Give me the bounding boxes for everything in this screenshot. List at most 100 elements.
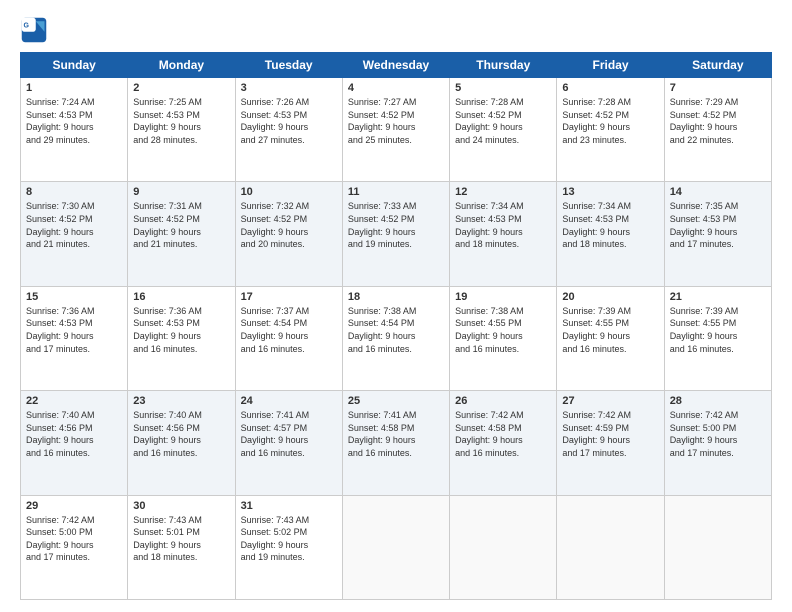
calendar-week: 15 Sunrise: 7:36 AM Sunset: 4:53 PM Dayli… bbox=[21, 286, 772, 390]
cell-info: Sunrise: 7:36 AM Sunset: 4:53 PM Dayligh… bbox=[133, 305, 229, 355]
cell-info: Sunrise: 7:30 AM Sunset: 4:52 PM Dayligh… bbox=[26, 200, 122, 250]
calendar-cell: 24Sunrise: 7:41 AM Sunset: 4:57 PM Dayli… bbox=[235, 391, 342, 495]
calendar-cell bbox=[342, 495, 449, 599]
day-number: 1 bbox=[26, 82, 122, 94]
day-number: 4 bbox=[348, 82, 444, 94]
day-number: 29 bbox=[26, 500, 122, 512]
weekday-header: Monday bbox=[128, 53, 235, 78]
calendar-week: 8Sunrise: 7:30 AM Sunset: 4:52 PM Daylig… bbox=[21, 182, 772, 286]
day-number: 10 bbox=[241, 186, 337, 198]
day-number: 2 bbox=[133, 82, 229, 94]
calendar-cell: 14 Sunrise: 7:35 AM Sunset: 4:53 PM Dayli… bbox=[664, 182, 771, 286]
calendar-cell: 7Sunrise: 7:29 AM Sunset: 4:52 PM Daylig… bbox=[664, 78, 771, 182]
day-number: 30 bbox=[133, 500, 229, 512]
calendar-cell bbox=[557, 495, 664, 599]
calendar-cell: 4 Sunrise: 7:27 AM Sunset: 4:52 PM Daylig… bbox=[342, 78, 449, 182]
weekday-header: Sunday bbox=[21, 53, 128, 78]
calendar-cell: 6 Sunrise: 7:28 AM Sunset: 4:52 PM Daylig… bbox=[557, 78, 664, 182]
day-number: 7 bbox=[670, 82, 766, 94]
calendar-cell: 9 Sunrise: 7:31 AM Sunset: 4:52 PM Daylig… bbox=[128, 182, 235, 286]
calendar-cell bbox=[450, 495, 557, 599]
cell-info: Sunrise: 7:27 AM Sunset: 4:52 PM Dayligh… bbox=[348, 96, 444, 146]
calendar-table: SundayMondayTuesdayWednesdayThursdayFrid… bbox=[20, 52, 772, 600]
cell-info: Sunrise: 7:35 AM Sunset: 4:53 PM Dayligh… bbox=[670, 200, 766, 250]
calendar-cell: 29Sunrise: 7:42 AM Sunset: 5:00 PM Dayli… bbox=[21, 495, 128, 599]
logo: G bbox=[20, 16, 52, 44]
weekday-header: Saturday bbox=[664, 53, 771, 78]
calendar-cell: 1 Sunrise: 7:24 AM Sunset: 4:53 PM Daylig… bbox=[21, 78, 128, 182]
cell-info: Sunrise: 7:34 AM Sunset: 4:53 PM Dayligh… bbox=[455, 200, 551, 250]
day-number: 24 bbox=[241, 395, 337, 407]
calendar-cell: 30 Sunrise: 7:43 AM Sunset: 5:01 PM Dayli… bbox=[128, 495, 235, 599]
day-number: 31 bbox=[241, 500, 337, 512]
calendar-cell: 13 Sunrise: 7:34 AM Sunset: 4:53 PM Dayli… bbox=[557, 182, 664, 286]
calendar-cell: 15 Sunrise: 7:36 AM Sunset: 4:53 PM Dayli… bbox=[21, 286, 128, 390]
calendar-cell: 26 Sunrise: 7:42 AM Sunset: 4:58 PM Dayli… bbox=[450, 391, 557, 495]
cell-info: Sunrise: 7:43 AM Sunset: 5:01 PM Dayligh… bbox=[133, 514, 229, 564]
calendar-cell: 18Sunrise: 7:38 AM Sunset: 4:54 PM Dayli… bbox=[342, 286, 449, 390]
cell-info: Sunrise: 7:28 AM Sunset: 4:52 PM Dayligh… bbox=[455, 96, 551, 146]
day-number: 13 bbox=[562, 186, 658, 198]
cell-info: Sunrise: 7:43 AM Sunset: 5:02 PM Dayligh… bbox=[241, 514, 337, 564]
weekday-header: Wednesday bbox=[342, 53, 449, 78]
calendar-cell: 27 Sunrise: 7:42 AM Sunset: 4:59 PM Dayli… bbox=[557, 391, 664, 495]
calendar-cell: 11 Sunrise: 7:33 AM Sunset: 4:52 PM Dayli… bbox=[342, 182, 449, 286]
cell-info: Sunrise: 7:38 AM Sunset: 4:55 PM Dayligh… bbox=[455, 305, 551, 355]
cell-info: Sunrise: 7:24 AM Sunset: 4:53 PM Dayligh… bbox=[26, 96, 122, 146]
calendar-cell: 2 Sunrise: 7:25 AM Sunset: 4:53 PM Daylig… bbox=[128, 78, 235, 182]
calendar-cell: 19 Sunrise: 7:38 AM Sunset: 4:55 PM Dayli… bbox=[450, 286, 557, 390]
cell-info: Sunrise: 7:36 AM Sunset: 4:53 PM Dayligh… bbox=[26, 305, 122, 355]
cell-info: Sunrise: 7:28 AM Sunset: 4:52 PM Dayligh… bbox=[562, 96, 658, 146]
cell-info: Sunrise: 7:25 AM Sunset: 4:53 PM Dayligh… bbox=[133, 96, 229, 146]
day-number: 14 bbox=[670, 186, 766, 198]
calendar-week: 29Sunrise: 7:42 AM Sunset: 5:00 PM Dayli… bbox=[21, 495, 772, 599]
cell-info: Sunrise: 7:40 AM Sunset: 4:56 PM Dayligh… bbox=[26, 409, 122, 459]
day-number: 19 bbox=[455, 291, 551, 303]
day-number: 12 bbox=[455, 186, 551, 198]
logo-icon: G bbox=[20, 16, 48, 44]
day-number: 27 bbox=[562, 395, 658, 407]
calendar-cell: 16 Sunrise: 7:36 AM Sunset: 4:53 PM Dayli… bbox=[128, 286, 235, 390]
calendar-cell: 3 Sunrise: 7:26 AM Sunset: 4:53 PM Daylig… bbox=[235, 78, 342, 182]
day-number: 22 bbox=[26, 395, 122, 407]
day-number: 11 bbox=[348, 186, 444, 198]
cell-info: Sunrise: 7:32 AM Sunset: 4:52 PM Dayligh… bbox=[241, 200, 337, 250]
cell-info: Sunrise: 7:31 AM Sunset: 4:52 PM Dayligh… bbox=[133, 200, 229, 250]
day-number: 26 bbox=[455, 395, 551, 407]
calendar-cell: 5 Sunrise: 7:28 AM Sunset: 4:52 PM Daylig… bbox=[450, 78, 557, 182]
calendar-cell: 17Sunrise: 7:37 AM Sunset: 4:54 PM Dayli… bbox=[235, 286, 342, 390]
weekday-header: Thursday bbox=[450, 53, 557, 78]
calendar-cell: 22 Sunrise: 7:40 AM Sunset: 4:56 PM Dayli… bbox=[21, 391, 128, 495]
header: G bbox=[20, 16, 772, 44]
day-number: 9 bbox=[133, 186, 229, 198]
calendar-cell: 31 Sunrise: 7:43 AM Sunset: 5:02 PM Dayli… bbox=[235, 495, 342, 599]
cell-info: Sunrise: 7:39 AM Sunset: 4:55 PM Dayligh… bbox=[562, 305, 658, 355]
cell-info: Sunrise: 7:41 AM Sunset: 4:58 PM Dayligh… bbox=[348, 409, 444, 459]
cell-info: Sunrise: 7:40 AM Sunset: 4:56 PM Dayligh… bbox=[133, 409, 229, 459]
calendar-cell: 12 Sunrise: 7:34 AM Sunset: 4:53 PM Dayli… bbox=[450, 182, 557, 286]
calendar-week: 1 Sunrise: 7:24 AM Sunset: 4:53 PM Daylig… bbox=[21, 78, 772, 182]
day-number: 5 bbox=[455, 82, 551, 94]
cell-info: Sunrise: 7:42 AM Sunset: 4:59 PM Dayligh… bbox=[562, 409, 658, 459]
calendar-cell: 21Sunrise: 7:39 AM Sunset: 4:55 PM Dayli… bbox=[664, 286, 771, 390]
calendar-cell: 23Sunrise: 7:40 AM Sunset: 4:56 PM Dayli… bbox=[128, 391, 235, 495]
cell-info: Sunrise: 7:34 AM Sunset: 4:53 PM Dayligh… bbox=[562, 200, 658, 250]
cell-info: Sunrise: 7:38 AM Sunset: 4:54 PM Dayligh… bbox=[348, 305, 444, 355]
calendar-cell: 10 Sunrise: 7:32 AM Sunset: 4:52 PM Dayli… bbox=[235, 182, 342, 286]
cell-info: Sunrise: 7:42 AM Sunset: 4:58 PM Dayligh… bbox=[455, 409, 551, 459]
day-number: 3 bbox=[241, 82, 337, 94]
calendar-cell: 8Sunrise: 7:30 AM Sunset: 4:52 PM Daylig… bbox=[21, 182, 128, 286]
day-number: 21 bbox=[670, 291, 766, 303]
day-number: 15 bbox=[26, 291, 122, 303]
cell-info: Sunrise: 7:33 AM Sunset: 4:52 PM Dayligh… bbox=[348, 200, 444, 250]
weekday-header: Friday bbox=[557, 53, 664, 78]
calendar-cell: 28Sunrise: 7:42 AM Sunset: 5:00 PM Dayli… bbox=[664, 391, 771, 495]
svg-text:G: G bbox=[24, 22, 30, 29]
cell-info: Sunrise: 7:26 AM Sunset: 4:53 PM Dayligh… bbox=[241, 96, 337, 146]
calendar-cell: 20Sunrise: 7:39 AM Sunset: 4:55 PM Dayli… bbox=[557, 286, 664, 390]
day-number: 17 bbox=[241, 291, 337, 303]
day-number: 6 bbox=[562, 82, 658, 94]
calendar-week: 22 Sunrise: 7:40 AM Sunset: 4:56 PM Dayli… bbox=[21, 391, 772, 495]
calendar-cell bbox=[664, 495, 771, 599]
day-number: 16 bbox=[133, 291, 229, 303]
